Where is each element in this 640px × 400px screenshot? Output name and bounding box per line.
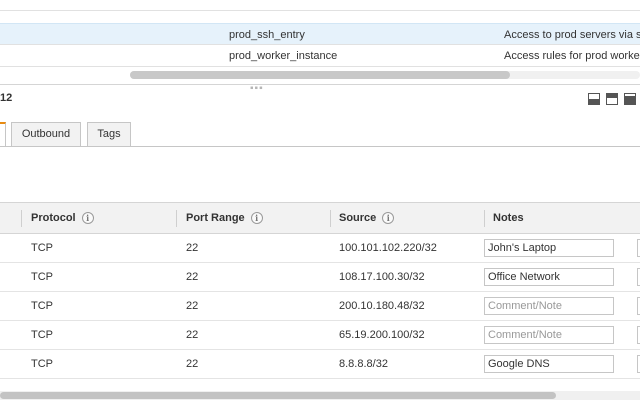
table-row[interactable]: TCP 22 8.8.8.8/32 — [0, 350, 640, 379]
tab-tags[interactable]: Tags — [87, 122, 131, 146]
detail-pane-title: 12 — [0, 92, 13, 104]
port-range-cell: 22 — [186, 242, 199, 254]
security-group-row-cut[interactable] — [0, 0, 640, 11]
protocol-cell: TCP — [31, 358, 53, 370]
column-separator[interactable] — [21, 210, 22, 227]
protocol-cell: TCP — [31, 271, 53, 283]
security-group-name: prod_ssh_entry — [229, 29, 305, 41]
table-row[interactable]: TCP 22 200.10.180.48/32 — [0, 292, 640, 321]
security-group-list: prod_ssh_entry Access to prod servers vi… — [0, 0, 640, 84]
splitter-grip-icon[interactable]: ▪▪▪ — [250, 84, 264, 94]
note-input[interactable] — [484, 297, 614, 315]
scrollbar-thumb[interactable] — [130, 71, 510, 79]
port-range-cell: 22 — [186, 329, 199, 341]
column-header-label: Protocol — [31, 212, 76, 224]
table-header: Protocol i Port Range i Source i Notes — [0, 202, 640, 234]
tab-outbound[interactable]: Outbound — [11, 122, 81, 146]
table-row[interactable]: TCP 22 65.19.200.100/32 — [0, 321, 640, 350]
note-input[interactable] — [484, 239, 614, 257]
security-group-description: Access rules for prod workers — [504, 50, 640, 62]
view-full-icon[interactable] — [624, 93, 636, 105]
table-row[interactable]: TCP 22 100.101.102.220/32 — [0, 234, 640, 263]
protocol-cell: TCP — [31, 300, 53, 312]
scrollbar-thumb[interactable] — [0, 392, 556, 399]
security-group-name: prod_worker_instance — [229, 50, 338, 62]
protocol-cell: TCP — [31, 329, 53, 341]
tab-inbound[interactable] — [0, 122, 6, 147]
column-separator[interactable] — [330, 210, 331, 227]
security-group-description: Access to prod servers via ss — [504, 29, 640, 41]
security-group-horizontal-scrollbar[interactable] — [130, 71, 640, 79]
table-horizontal-scrollbar[interactable] — [0, 391, 640, 400]
column-separator[interactable] — [484, 210, 485, 227]
security-group-row[interactable]: prod_ssh_entry Access to prod servers vi… — [0, 23, 640, 45]
port-range-cell: 22 — [186, 271, 199, 283]
note-input[interactable] — [484, 268, 614, 286]
source-cell: 108.17.100.30/32 — [339, 271, 425, 283]
source-cell: 200.10.180.48/32 — [339, 300, 425, 312]
column-header-source[interactable]: Source i — [339, 203, 395, 234]
info-icon[interactable]: i — [250, 212, 263, 225]
column-header-notes[interactable]: Notes — [493, 203, 524, 234]
note-input[interactable] — [484, 326, 614, 344]
column-header-label: Source — [339, 212, 377, 224]
info-icon[interactable]: i — [382, 212, 395, 225]
security-group-row[interactable]: prod_worker_instance Access rules for pr… — [0, 45, 640, 67]
table-row[interactable]: TCP 22 108.17.100.30/32 — [0, 263, 640, 292]
source-cell: 8.8.8.8/32 — [339, 358, 388, 370]
source-cell: 65.19.200.100/32 — [339, 329, 425, 341]
column-separator[interactable] — [176, 210, 177, 227]
column-header-protocol[interactable]: Protocol i — [31, 203, 94, 234]
note-input[interactable] — [484, 355, 614, 373]
info-icon[interactable]: i — [81, 212, 94, 225]
column-header-label: Port Range — [186, 212, 245, 224]
port-range-cell: 22 — [186, 358, 199, 370]
view-mode-toggles — [588, 93, 640, 105]
source-cell: 100.101.102.220/32 — [339, 242, 437, 254]
column-header-port-range[interactable]: Port Range i — [186, 203, 263, 234]
tab-bar-divider — [0, 146, 640, 147]
protocol-cell: TCP — [31, 242, 53, 254]
port-range-cell: 22 — [186, 300, 199, 312]
pane-splitter[interactable]: ▪▪▪ — [0, 84, 640, 94]
view-top-icon[interactable] — [606, 93, 618, 105]
view-bottom-icon[interactable] — [588, 93, 600, 105]
